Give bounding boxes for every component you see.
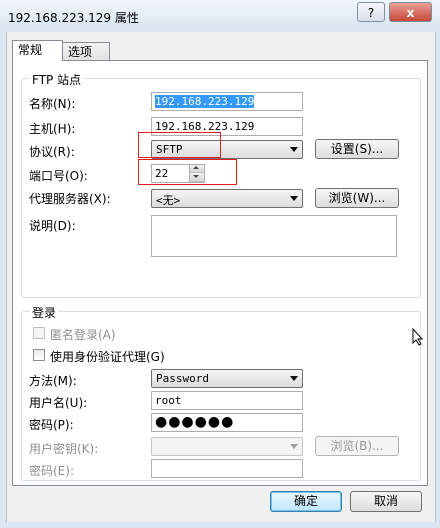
passphrase-label: 密码(E): bbox=[29, 464, 74, 478]
cancel-button[interactable]: 取消 bbox=[350, 491, 422, 512]
chevron-down-icon bbox=[290, 147, 298, 152]
chevron-down-icon bbox=[290, 376, 298, 381]
tab-panel-general: FTP 站点 名称(N): 192.168.223.129 主机(H): 192… bbox=[12, 60, 428, 486]
name-input-value: 192.168.223.129 bbox=[155, 95, 255, 108]
proxy-browse-button[interactable]: 浏览(W)... bbox=[315, 188, 399, 208]
protocol-settings-button[interactable]: 设置(S)... bbox=[315, 139, 399, 159]
ftp-site-group-label: FTP 站点 bbox=[30, 71, 84, 88]
chevron-down-icon bbox=[290, 196, 298, 201]
description-input[interactable] bbox=[151, 215, 397, 257]
name-label: 名称(N): bbox=[29, 97, 76, 111]
proxy-select[interactable]: <无> bbox=[151, 189, 303, 208]
tab-options[interactable]: 选项 bbox=[62, 42, 110, 61]
auth-agent-label: 使用身份验证代理(G) bbox=[50, 350, 165, 364]
close-button[interactable]: x bbox=[389, 2, 432, 22]
user-key-label: 用户密钥(K): bbox=[29, 442, 99, 456]
description-label: 说明(D): bbox=[29, 219, 76, 233]
username-label: 用户名(U): bbox=[29, 396, 88, 410]
user-key-browse-button[interactable]: 浏览(B)... bbox=[315, 436, 399, 456]
password-input[interactable]: ●●●●●● bbox=[151, 413, 303, 432]
proxy-select-value: <无> bbox=[156, 194, 181, 207]
anonymous-label: 匿名登录(A) bbox=[50, 328, 116, 342]
passphrase-input[interactable] bbox=[151, 459, 303, 478]
dialog-body: 常规 选项 FTP 站点 名称(N): 192.168.223.129 主机(H… bbox=[6, 32, 436, 522]
proxy-label: 代理服务器(X): bbox=[29, 192, 111, 206]
auth-agent-checkbox[interactable] bbox=[33, 349, 45, 361]
mouse-cursor-icon bbox=[412, 328, 424, 346]
protocol-highlight-box bbox=[138, 132, 221, 158]
anonymous-checkbox[interactable] bbox=[33, 327, 45, 339]
ok-button[interactable]: 确定 bbox=[270, 491, 342, 512]
help-button[interactable]: ? bbox=[357, 2, 385, 22]
protocol-label: 协议(R): bbox=[29, 145, 75, 159]
username-input[interactable]: root bbox=[151, 391, 303, 410]
window-title: 192.168.223.129 属性 bbox=[8, 11, 139, 25]
method-select[interactable]: Password bbox=[151, 369, 303, 388]
host-label: 主机(H): bbox=[29, 122, 76, 136]
chevron-down-icon bbox=[290, 444, 298, 449]
login-group-label: 登录 bbox=[30, 304, 59, 321]
name-input[interactable]: 192.168.223.129 bbox=[151, 92, 303, 111]
tab-general[interactable]: 常规 bbox=[12, 40, 63, 61]
title-bar[interactable]: 192.168.223.129 属性 ? x bbox=[0, 0, 440, 32]
port-highlight-box bbox=[138, 159, 237, 185]
method-select-value: Password bbox=[156, 372, 209, 385]
user-key-select[interactable] bbox=[151, 437, 303, 456]
method-label: 方法(M): bbox=[29, 374, 77, 388]
password-label: 密码(P): bbox=[29, 418, 74, 432]
port-label: 端口号(O): bbox=[29, 169, 88, 183]
